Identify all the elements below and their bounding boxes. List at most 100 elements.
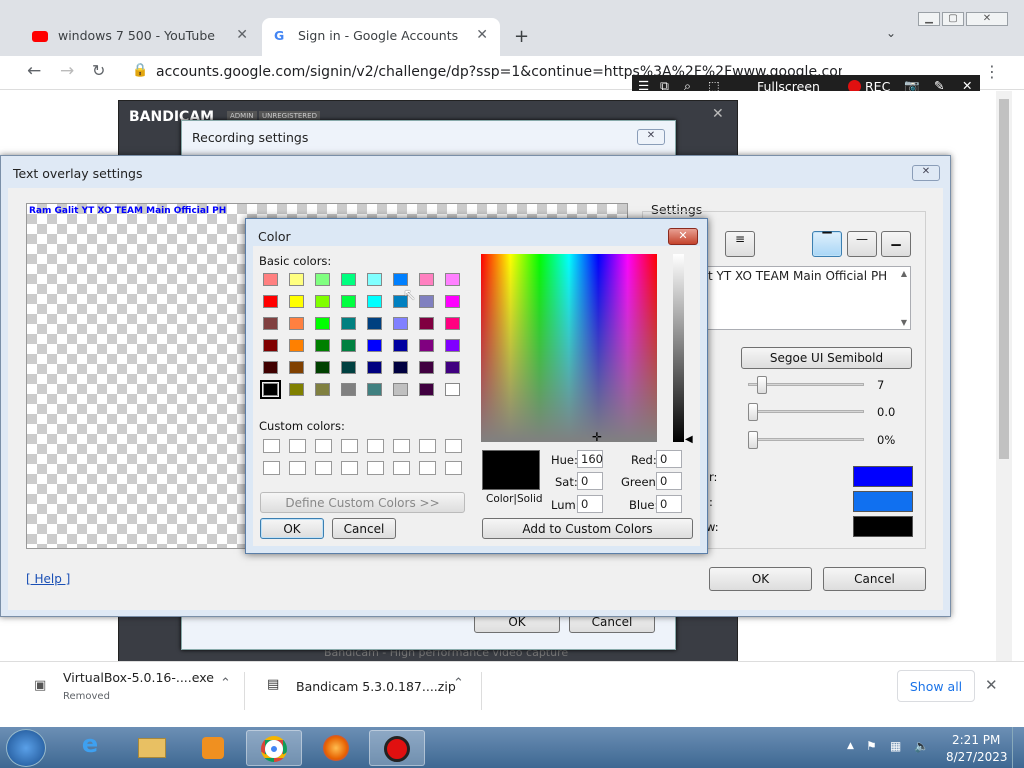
basic-color-swatch[interactable] <box>289 295 304 308</box>
internet-explorer-icon[interactable]: e <box>62 730 118 766</box>
basic-color-swatch[interactable] <box>393 339 408 352</box>
basic-color-swatch[interactable] <box>260 380 281 399</box>
firefox-icon[interactable] <box>308 730 364 766</box>
reload-icon[interactable]: ↻ <box>92 61 105 80</box>
show-desktop-button[interactable] <box>1012 727 1024 768</box>
menu-icon[interactable]: ⋮ <box>984 62 1000 81</box>
basic-color-swatch[interactable] <box>445 295 460 308</box>
add-to-custom-colors-button[interactable]: Add to Custom Colors <box>482 518 693 539</box>
basic-color-swatch[interactable] <box>367 339 382 352</box>
basic-color-swatch[interactable] <box>341 295 356 308</box>
close-icon[interactable]: ✕ <box>712 106 724 122</box>
outline-slider-thumb[interactable] <box>748 403 758 421</box>
custom-color-swatch[interactable] <box>419 439 436 453</box>
basic-color-swatch[interactable] <box>263 339 278 352</box>
cancel-button[interactable]: Cancel <box>823 567 926 591</box>
basic-color-swatch[interactable] <box>419 339 434 352</box>
maximize-icon[interactable]: ▢ <box>942 12 964 26</box>
custom-color-swatch[interactable] <box>393 439 410 453</box>
font-button[interactable]: Segoe UI Semibold <box>741 347 912 369</box>
luminosity-bar[interactable] <box>673 254 684 442</box>
valign-top-button[interactable]: ▔ <box>812 231 842 257</box>
basic-color-swatch[interactable] <box>367 273 382 286</box>
basic-color-swatch[interactable] <box>445 383 460 396</box>
close-icon[interactable]: ✕ <box>637 129 665 145</box>
tab-search-icon[interactable]: ⌄ <box>886 26 896 40</box>
basic-color-swatch[interactable] <box>341 273 356 286</box>
new-tab-icon[interactable]: + <box>514 26 529 47</box>
action-center-icon[interactable]: ⚑ <box>866 739 877 753</box>
lum-field[interactable]: 0 <box>577 495 603 513</box>
basic-color-swatch[interactable] <box>445 361 460 374</box>
basic-color-swatch[interactable] <box>393 383 408 396</box>
basic-color-swatch[interactable] <box>289 273 304 286</box>
basic-color-swatch[interactable] <box>393 361 408 374</box>
custom-color-swatch[interactable] <box>341 461 358 475</box>
basic-color-swatch[interactable] <box>341 317 356 330</box>
custom-color-swatch[interactable] <box>419 461 436 475</box>
download-name[interactable]: VirtualBox-5.0.16-....exe <box>63 670 214 685</box>
custom-color-swatch[interactable] <box>445 439 462 453</box>
download-name[interactable]: Bandicam 5.3.0.187....zip <box>296 679 456 694</box>
close-tab-icon[interactable]: ✕ <box>236 27 248 43</box>
outline-color-swatch[interactable] <box>853 491 913 512</box>
custom-color-swatch[interactable] <box>367 461 384 475</box>
basic-color-swatch[interactable] <box>263 295 278 308</box>
custom-color-swatch[interactable] <box>263 461 280 475</box>
close-icon[interactable]: ✕ <box>912 165 940 181</box>
basic-color-swatch[interactable] <box>367 295 382 308</box>
basic-color-swatch[interactable] <box>263 317 278 330</box>
tab-youtube[interactable]: windows 7 500 - YouTube ✕ <box>20 18 260 56</box>
basic-color-swatch[interactable] <box>419 383 434 396</box>
custom-color-swatch[interactable] <box>367 439 384 453</box>
basic-color-swatch[interactable] <box>315 339 330 352</box>
size-slider-thumb[interactable] <box>757 376 767 394</box>
clock-time[interactable]: 2:21 PM <box>952 733 1000 747</box>
close-window-icon[interactable]: ✕ <box>966 12 1008 26</box>
color-spectrum[interactable] <box>481 254 657 442</box>
custom-color-swatch[interactable] <box>315 439 332 453</box>
transparency-slider[interactable] <box>748 438 864 441</box>
basic-color-swatch[interactable] <box>315 295 330 308</box>
basic-color-swatch[interactable] <box>367 361 382 374</box>
basic-color-swatch[interactable] <box>367 317 382 330</box>
overlay-text-input[interactable]: t YT XO TEAM Main Official PH ▲ ▼ <box>703 266 911 330</box>
basic-color-swatch[interactable] <box>341 339 356 352</box>
basic-color-swatch[interactable] <box>445 273 460 286</box>
custom-color-swatch[interactable] <box>341 439 358 453</box>
custom-color-swatch[interactable] <box>393 461 410 475</box>
volume-icon[interactable]: 🔈 <box>914 739 929 753</box>
basic-color-swatch[interactable] <box>315 273 330 286</box>
basic-color-swatch[interactable] <box>263 273 278 286</box>
minimize-icon[interactable]: ▁ <box>918 12 940 26</box>
green-field[interactable]: 0 <box>656 472 682 490</box>
media-player-icon[interactable] <box>185 730 241 766</box>
ok-button[interactable]: OK <box>260 518 324 539</box>
basic-color-swatch[interactable] <box>445 317 460 330</box>
basic-color-swatch[interactable] <box>315 317 330 330</box>
basic-color-swatch[interactable] <box>289 339 304 352</box>
sat-field[interactable]: 0 <box>577 472 603 490</box>
custom-color-swatch[interactable] <box>289 461 306 475</box>
basic-color-swatch[interactable] <box>445 339 460 352</box>
basic-color-swatch[interactable] <box>315 383 330 396</box>
scroll-thumb[interactable] <box>999 99 1009 459</box>
custom-color-swatch[interactable] <box>445 461 462 475</box>
file-explorer-icon[interactable] <box>124 730 180 766</box>
valign-middle-button[interactable]: — <box>847 231 877 257</box>
basic-color-swatch[interactable] <box>419 273 434 286</box>
close-tab-icon[interactable]: ✕ <box>476 27 488 43</box>
forward-icon[interactable]: → <box>60 61 74 81</box>
outline-slider[interactable] <box>748 410 864 413</box>
basic-color-swatch[interactable] <box>419 317 434 330</box>
chrome-icon[interactable] <box>246 730 302 766</box>
transparency-slider-thumb[interactable] <box>748 431 758 449</box>
hue-field[interactable]: 160 <box>577 450 603 468</box>
luminosity-arrow-icon[interactable]: ◀ <box>685 434 693 445</box>
basic-color-swatch[interactable] <box>315 361 330 374</box>
close-icon[interactable]: ✕ <box>668 228 698 245</box>
red-field[interactable]: 0 <box>656 450 682 468</box>
custom-color-swatch[interactable] <box>263 439 280 453</box>
basic-color-swatch[interactable] <box>341 361 356 374</box>
basic-color-swatch[interactable] <box>393 317 408 330</box>
